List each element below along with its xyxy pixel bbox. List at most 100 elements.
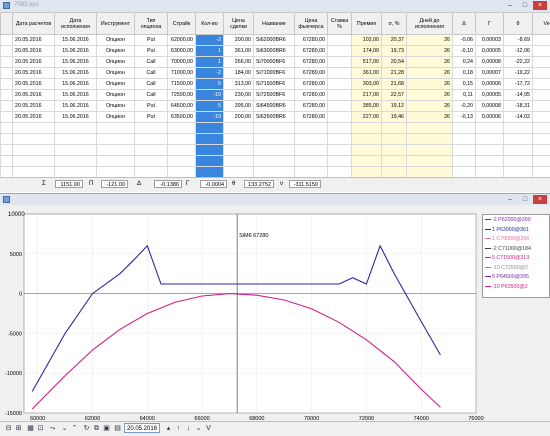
- legend-item[interactable]: 1 P63000@361: [485, 227, 529, 233]
- table-cell[interactable]: 1: [196, 57, 224, 68]
- table-cell[interactable]: -2: [196, 35, 224, 46]
- table-cell[interactable]: Put: [135, 35, 168, 46]
- table-cell[interactable]: 395,00: [224, 101, 254, 112]
- table-cell[interactable]: Call: [135, 90, 168, 101]
- column-header[interactable]: Цена сделки: [224, 13, 254, 35]
- table-cell[interactable]: 0,11: [453, 90, 476, 101]
- table-cell[interactable]: -2: [196, 68, 224, 79]
- table-cell[interactable]: 385,00: [352, 101, 382, 112]
- column-header[interactable]: Инструмент: [97, 13, 135, 35]
- table-cell[interactable]: 67280,00: [295, 101, 328, 112]
- table-cell[interactable]: 20.05.2016: [13, 101, 55, 112]
- close-icon[interactable]: ×: [533, 1, 547, 10]
- table-cell[interactable]: -10: [196, 112, 224, 123]
- table-row[interactable]: 20.05.201615.06.2016ОпционCall71500,0053…: [1, 79, 550, 90]
- column-header[interactable]: θ: [504, 13, 533, 35]
- table-cell[interactable]: 26: [407, 79, 453, 90]
- table-cell[interactable]: 20.05.2016: [13, 35, 55, 46]
- table-cell[interactable]: -22,22: [504, 57, 533, 68]
- table-cell[interactable]: 22,57: [382, 90, 407, 101]
- table-cell[interactable]: 0,00008: [476, 101, 504, 112]
- table-cell[interactable]: -0,20: [453, 101, 476, 112]
- table-cell[interactable]: [328, 35, 352, 46]
- table-cell[interactable]: 0,18: [453, 68, 476, 79]
- table-cell[interactable]: -14,95: [504, 90, 533, 101]
- up-curve-icon[interactable]: ⌃: [70, 424, 79, 433]
- legend-item[interactable]: -2 C71000@184: [485, 246, 531, 252]
- table-cell[interactable]: 227,00: [352, 112, 382, 123]
- table-cell[interactable]: -0,06: [453, 35, 476, 46]
- table-cell[interactable]: 0,00006: [476, 79, 504, 90]
- table-cell[interactable]: 72500,00: [168, 90, 196, 101]
- table-cell[interactable]: 0,00007: [476, 68, 504, 79]
- table-cell[interactable]: 67280,00: [295, 57, 328, 68]
- table-cell[interactable]: -10: [196, 90, 224, 101]
- column-header[interactable]: Премия: [352, 13, 382, 35]
- zoom-in-icon[interactable]: ⊞: [14, 424, 23, 433]
- table-cell[interactable]: 26: [407, 101, 453, 112]
- table-cell[interactable]: 62000,00: [168, 35, 196, 46]
- table-cell[interactable]: 15.06.2016: [55, 68, 97, 79]
- table-cell[interactable]: [328, 68, 352, 79]
- table-row[interactable]: 20.05.201615.06.2016ОпционCall71000,00-2…: [1, 68, 550, 79]
- volatility-icon[interactable]: V: [204, 424, 213, 433]
- table-cell[interactable]: 15.06.2016: [55, 101, 97, 112]
- table-cell[interactable]: -8,69: [504, 35, 533, 46]
- table-cell[interactable]: 46,96: [533, 68, 550, 79]
- table-cell[interactable]: 67280,00: [295, 90, 328, 101]
- table-cell[interactable]: 20.05.2016: [13, 79, 55, 90]
- legend-item[interactable]: -2 P62000@200: [485, 217, 531, 223]
- save-icon[interactable]: ▣: [102, 424, 111, 433]
- table-cell[interactable]: -0,13: [453, 112, 476, 123]
- table-cell[interactable]: 67280,00: [295, 35, 328, 46]
- table-row[interactable]: 20.05.201615.06.2016ОпционPut64500,00539…: [1, 101, 550, 112]
- column-header[interactable]: Тип опциона: [135, 13, 168, 35]
- table-cell[interactable]: -17,72: [504, 79, 533, 90]
- chevron-down-icon[interactable]: ⌄: [194, 424, 203, 433]
- table-cell[interactable]: Опцион: [97, 112, 135, 123]
- column-header[interactable]: σ, %: [382, 13, 407, 35]
- table-cell[interactable]: 22,20: [533, 35, 550, 46]
- table-cell[interactable]: Опцион: [97, 101, 135, 112]
- legend-item[interactable]: 5 C71500@313: [485, 255, 529, 261]
- table-cell[interactable]: Опцион: [97, 79, 135, 90]
- table-cell[interactable]: 200,00: [224, 112, 254, 123]
- table-cell[interactable]: Si63500BR6: [254, 112, 295, 123]
- table-cell[interactable]: 303,00: [352, 79, 382, 90]
- table-row[interactable]: 20.05.201615.06.2016ОпционPut63500,00-10…: [1, 112, 550, 123]
- table-cell[interactable]: 20.05.2016: [13, 90, 55, 101]
- table-cell[interactable]: Опцион: [97, 57, 135, 68]
- table-cell[interactable]: 19,73: [382, 46, 407, 57]
- table-row[interactable]: 20.05.201615.06.2016ОпционPut62000,00-22…: [1, 35, 550, 46]
- trend-icon[interactable]: ⤳: [48, 424, 57, 433]
- date-up-icon[interactable]: ▴: [164, 424, 173, 433]
- table-cell[interactable]: [328, 79, 352, 90]
- table-cell[interactable]: 266,00: [224, 57, 254, 68]
- row-selector[interactable]: [1, 35, 13, 46]
- table-cell[interactable]: 21,68: [382, 79, 407, 90]
- table-cell[interactable]: 20,54: [382, 57, 407, 68]
- table-cell[interactable]: 20.05.2016: [13, 68, 55, 79]
- maximize-icon[interactable]: □: [518, 195, 532, 204]
- table-cell[interactable]: 102,00: [352, 35, 382, 46]
- table-cell[interactable]: 26: [407, 35, 453, 46]
- table-cell[interactable]: 26: [407, 112, 453, 123]
- table-cell[interactable]: -0,10: [453, 46, 476, 57]
- table-cell[interactable]: 0,00003: [476, 35, 504, 46]
- table-cell[interactable]: 19,12: [382, 101, 407, 112]
- table-cell[interactable]: Call: [135, 68, 168, 79]
- table-cell[interactable]: 67280,00: [295, 46, 328, 57]
- minimize-icon[interactable]: –: [503, 195, 517, 204]
- table-cell[interactable]: Si71000BF6: [254, 68, 295, 79]
- table-cell[interactable]: 71500,00: [168, 79, 196, 90]
- table-cell[interactable]: 0,00008: [476, 57, 504, 68]
- column-header[interactable]: Цена фьючерса: [295, 13, 328, 35]
- row-selector[interactable]: [1, 90, 13, 101]
- table-cell[interactable]: -12,06: [504, 46, 533, 57]
- table-cell[interactable]: 26: [407, 57, 453, 68]
- table-cell[interactable]: Si70000BF6: [254, 57, 295, 68]
- date-input[interactable]: 20.05.2016: [124, 423, 160, 433]
- copy-icon[interactable]: ⧉: [92, 424, 101, 433]
- legend-item[interactable]: 5 P64500@395: [485, 274, 529, 280]
- table-cell[interactable]: 26: [407, 46, 453, 57]
